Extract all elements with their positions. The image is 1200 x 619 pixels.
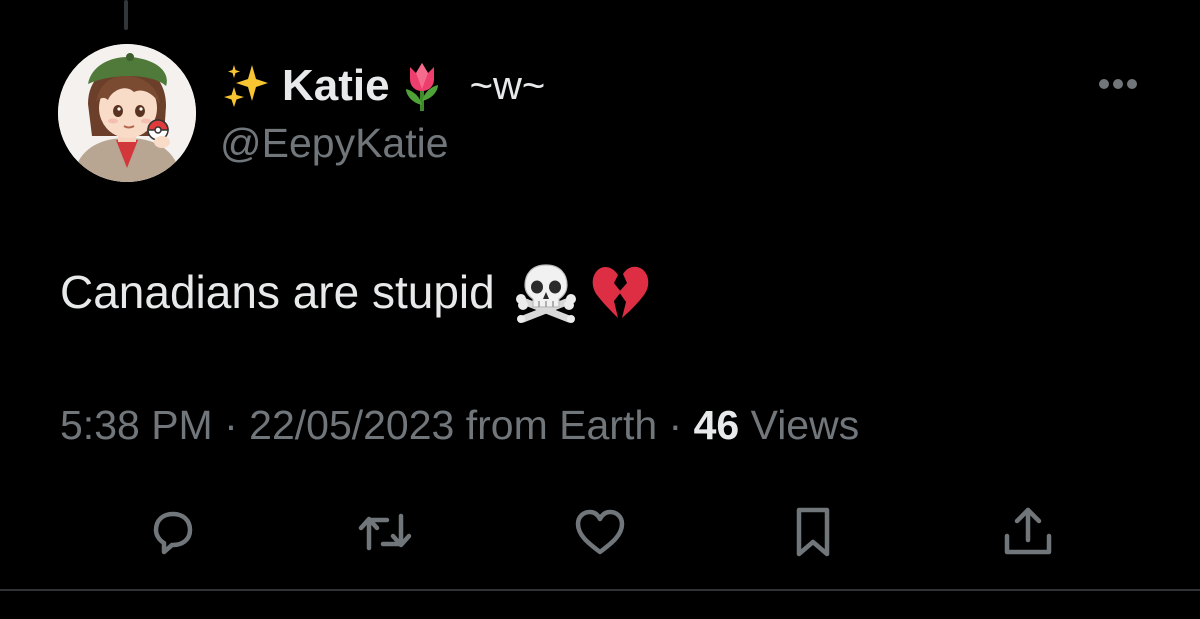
- meta-separator: ·: [657, 402, 694, 448]
- retweet-arrows-icon: [358, 513, 412, 551]
- avatar[interactable]: [58, 44, 196, 182]
- author-name-row[interactable]: Katie ~w~: [222, 56, 545, 116]
- tweet-date[interactable]: 22/05/2023: [249, 402, 454, 448]
- sparkles-emoji: [222, 59, 270, 113]
- retweet-button[interactable]: [353, 500, 417, 564]
- views-count[interactable]: 46: [694, 402, 740, 448]
- tweet-body: Canadians are stupid: [60, 256, 651, 328]
- heart-icon: [575, 509, 625, 555]
- author-display-name[interactable]: Katie: [282, 61, 390, 111]
- bookmark-icon: [796, 507, 830, 557]
- tweet-source: from Earth: [465, 402, 658, 448]
- reply-button[interactable]: [140, 500, 204, 564]
- tweet-time[interactable]: 5:38 PM: [60, 402, 213, 448]
- more-dots-icon: [1099, 79, 1137, 89]
- meta-separator: ·: [212, 402, 250, 448]
- broken-heart-emoji: [589, 261, 651, 323]
- author-handle[interactable]: @EepyKatie: [220, 120, 449, 167]
- avatar-image: [58, 44, 196, 182]
- thread-connector-line: [124, 0, 128, 30]
- tulip-emoji: [398, 59, 446, 113]
- bookmark-button[interactable]: [781, 500, 845, 564]
- tweet-text: Canadians are stupid: [60, 266, 495, 318]
- share-button[interactable]: [996, 500, 1060, 564]
- tweet-action-bar: [0, 500, 1200, 564]
- more-options-button[interactable]: [1090, 66, 1146, 102]
- bottom-divider: [0, 589, 1200, 591]
- speech-bubble-icon: [153, 511, 193, 555]
- views-label[interactable]: Views: [751, 402, 860, 448]
- author-name-suffix: ~w~: [469, 63, 546, 108]
- tweet-meta: 5:38 PM · 22/05/2023 from Earth · 46 Vie…: [60, 402, 859, 449]
- skull-and-crossbones-emoji: [515, 261, 577, 323]
- like-button[interactable]: [568, 500, 632, 564]
- share-upload-icon: [1004, 507, 1052, 555]
